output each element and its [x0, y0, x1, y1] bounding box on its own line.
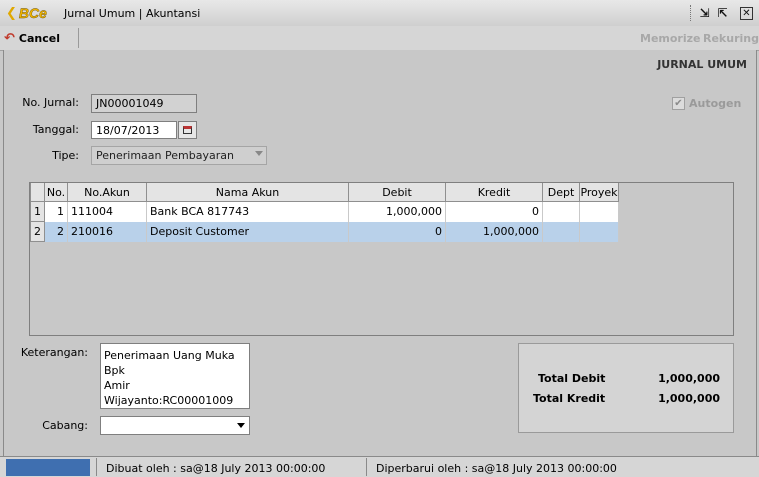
back-chevron-icon: ❮ — [6, 5, 17, 21]
total-kredit-label: Total Kredit — [533, 392, 606, 405]
cell-proyek[interactable] — [579, 201, 619, 222]
autogen-label: Autogen — [689, 97, 742, 110]
title-separator — [690, 5, 693, 21]
maximize-icon[interactable]: ⇱ — [715, 5, 730, 20]
journal-table: No. No.Akun Nama Akun Debit Kredit Dept … — [29, 182, 734, 336]
calendar-icon[interactable] — [178, 121, 197, 139]
keterangan-line: Amir Wijayanto:RC00001009 — [104, 379, 234, 407]
table-row[interactable]: 2 2 210016 Deposit Customer 0 1,000,000 — [30, 221, 619, 242]
cell-nama-akun[interactable]: Bank BCA 817743 — [146, 201, 349, 222]
no-jurnal-label: No. Jurnal: — [22, 96, 79, 109]
cell-kredit[interactable]: 1,000,000 — [445, 221, 543, 242]
chevron-down-icon — [255, 151, 263, 156]
restore-icon[interactable]: ⇲ — [697, 5, 712, 20]
cell-no-akun[interactable]: 210016 — [67, 221, 147, 242]
cell-nama-akun[interactable]: Deposit Customer — [146, 221, 349, 242]
column-header-proyek[interactable]: Proyek — [579, 183, 619, 202]
tanggal-field[interactable]: 18/07/2013 — [91, 121, 177, 139]
totals-panel — [518, 343, 734, 433]
cancel-label: Cancel — [18, 31, 60, 45]
tipe-label: Tipe: — [52, 149, 79, 162]
cancel-button[interactable]: ↶ Cancel — [4, 28, 79, 48]
updated-by-text: Diperbarui oleh : sa@18 July 2013 00:00:… — [376, 462, 617, 475]
row-number[interactable]: 1 — [30, 201, 45, 222]
column-header-kredit[interactable]: Kredit — [445, 183, 543, 202]
checkbox-check-icon: ✔ — [672, 97, 685, 110]
cabang-select[interactable] — [100, 416, 250, 435]
rekuring-button[interactable]: Rekuring — [703, 32, 759, 45]
row-number[interactable]: 2 — [30, 221, 45, 242]
window-title: Jurnal Umum | Akuntansi — [64, 7, 201, 20]
cell-no[interactable]: 1 — [44, 201, 68, 222]
column-header-no[interactable]: No. — [44, 183, 68, 202]
memorize-button[interactable]: Memorize — [640, 32, 700, 45]
page-title: JURNAL UMUM — [657, 58, 747, 71]
created-by-text: Dibuat oleh : sa@18 July 2013 00:00:00 — [106, 462, 326, 475]
cell-no-akun[interactable]: 111004 — [67, 201, 147, 222]
keterangan-line: Penerimaan Uang Muka Bpk — [104, 349, 235, 377]
column-header-debit[interactable]: Debit — [348, 183, 446, 202]
brand-logo: BCe — [18, 5, 47, 21]
tanggal-label: Tanggal: — [32, 123, 79, 136]
tipe-value: Penerimaan Pembayaran — [96, 149, 234, 162]
tipe-select[interactable]: Penerimaan Pembayaran — [91, 146, 267, 165]
status-indicator — [6, 459, 90, 476]
total-kredit-value: 1,000,000 — [658, 392, 720, 405]
close-icon[interactable]: ✕ — [740, 7, 753, 20]
cabang-label: Cabang: — [42, 419, 88, 432]
autogen-checkbox[interactable]: ✔ Autogen — [672, 97, 741, 110]
chevron-down-icon — [237, 423, 245, 428]
undo-arrow-icon: ↶ — [4, 30, 15, 46]
keterangan-label: Keterangan: — [20, 346, 88, 359]
app-logo[interactable]: ❮ BCe — [6, 5, 47, 21]
cell-proyek[interactable] — [579, 221, 619, 242]
table-row[interactable]: 1 1 111004 Bank BCA 817743 1,000,000 0 — [30, 201, 619, 222]
status-divider — [366, 458, 367, 476]
total-debit-label: Total Debit — [538, 372, 606, 385]
column-header-dept[interactable]: Dept — [542, 183, 580, 202]
status-divider — [96, 458, 97, 476]
cell-debit[interactable]: 0 — [348, 221, 446, 242]
total-debit-value: 1,000,000 — [658, 372, 720, 385]
no-jurnal-field[interactable]: JN00001049 — [91, 94, 197, 113]
cell-dept[interactable] — [542, 221, 580, 242]
cell-dept[interactable] — [542, 201, 580, 222]
column-header-nama-akun[interactable]: Nama Akun — [146, 183, 349, 202]
cell-no[interactable]: 2 — [44, 221, 68, 242]
keterangan-textarea[interactable]: Penerimaan Uang Muka Bpk Amir Wijayanto:… — [100, 343, 250, 409]
column-header-rownum — [30, 183, 45, 202]
cell-kredit[interactable]: 0 — [445, 201, 543, 222]
cell-debit[interactable]: 1,000,000 — [348, 201, 446, 222]
column-header-no-akun[interactable]: No.Akun — [67, 183, 147, 202]
